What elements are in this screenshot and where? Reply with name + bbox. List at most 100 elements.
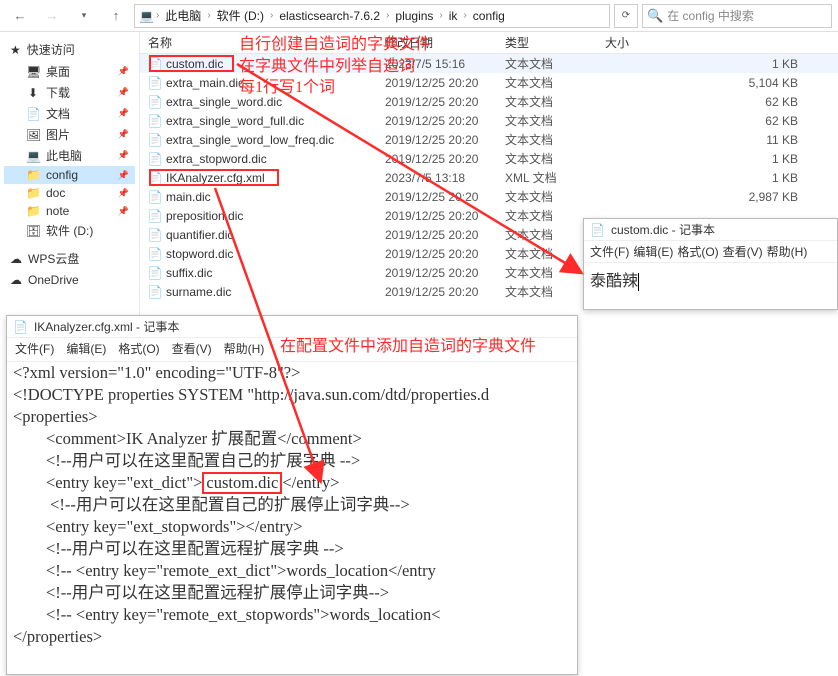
pc-icon: 💻 <box>139 9 154 23</box>
search-box[interactable]: 🔍 在 config 中搜索 <box>642 4 832 28</box>
file-row[interactable]: 📄extra_main.dic2019/12/25 20:20文本文档5,104… <box>140 73 838 92</box>
code-line: <comment>IK Analyzer 扩展配置</comment> <box>13 428 571 450</box>
menu-format[interactable]: 格式(O) <box>677 243 718 260</box>
address-bar[interactable]: 💻 › 此电脑 › 软件 (D:) › elasticsearch-7.6.2 … <box>134 4 610 28</box>
window-title: IKAnalyzer.cfg.xml - 记事本 <box>34 318 179 335</box>
navpane-item[interactable]: 🗄软件 (D:) <box>4 220 135 241</box>
column-headers[interactable]: 名称 修改日期 类型 大小 <box>140 32 838 54</box>
search-placeholder: 在 config 中搜索 <box>667 7 754 24</box>
search-icon: 🔍 <box>647 8 663 24</box>
nav-item-label: 桌面 <box>46 63 70 80</box>
code-line: <!--用户可以在这里配置自己的扩展停止词字典--> <box>13 494 571 516</box>
file-modified: 2019/12/25 20:20 <box>385 95 505 109</box>
file-modified: 2019/12/25 20:20 <box>385 228 505 242</box>
file-type: 文本文档 <box>505 150 605 167</box>
menu-format[interactable]: 格式(O) <box>118 340 159 357</box>
navpane-item[interactable]: 📄文档📌 <box>4 103 135 124</box>
up-button[interactable]: ↑ <box>102 4 130 28</box>
history-dropdown[interactable]: ▾ <box>70 4 98 28</box>
file-name: stopword.dic <box>166 247 233 261</box>
menu-view[interactable]: 查看(V) <box>723 243 763 260</box>
chevron-right-icon: › <box>270 10 273 21</box>
file-name: extra_single_word_low_freq.dic <box>166 133 334 147</box>
nav-item-label: 图片 <box>46 126 70 143</box>
highlight-box-customdic <box>149 55 234 72</box>
refresh-button[interactable]: ⟳ <box>614 4 638 28</box>
menu-help[interactable]: 帮助(H) <box>767 243 808 260</box>
chevron-right-icon: › <box>207 10 210 21</box>
back-button[interactable]: ← <box>6 4 34 28</box>
breadcrumb-segment[interactable]: config <box>469 9 509 23</box>
menu-edit[interactable]: 编辑(E) <box>66 340 106 357</box>
file-modified: 2023/7/5 13:18 <box>385 171 505 185</box>
file-row[interactable]: 📄extra_stopword.dic2019/12/25 20:20文本文档1… <box>140 149 838 168</box>
file-type: 文本文档 <box>505 112 605 129</box>
file-size: 62 KB <box>605 114 838 128</box>
breadcrumb-segment[interactable]: 软件 (D:) <box>213 7 268 24</box>
navpane-item[interactable]: 💻此电脑📌 <box>4 145 135 166</box>
star-icon: ★ <box>10 43 21 57</box>
file-size: 1 KB <box>605 57 838 71</box>
cloud-icon: ☁ <box>10 273 22 287</box>
menu-edit[interactable]: 编辑(E) <box>633 243 673 260</box>
navpane-item[interactable]: ⬇下载📌 <box>4 82 135 103</box>
text-content: 泰酷辣 <box>590 273 638 290</box>
menu-file[interactable]: 文件(F) <box>590 243 629 260</box>
file-name: surname.dic <box>166 285 231 299</box>
text-caret <box>638 273 639 291</box>
file-size: 62 KB <box>605 95 838 109</box>
file-icon: 📄 <box>148 285 162 299</box>
code-line: <!-- <entry key="remote_ext_stopwords">w… <box>13 604 571 626</box>
navpane-item[interactable]: 🖼图片📌 <box>4 124 135 145</box>
file-row[interactable]: 📄extra_single_word_full.dic2019/12/25 20… <box>140 111 838 130</box>
forward-button[interactable]: → <box>38 4 66 28</box>
col-name[interactable]: 名称 <box>140 34 385 51</box>
breadcrumb-segment[interactable]: plugins <box>391 9 437 23</box>
file-type: 文本文档 <box>505 131 605 148</box>
menu-file[interactable]: 文件(F) <box>15 340 54 357</box>
pin-icon: 📌 <box>118 206 129 217</box>
file-row[interactable]: 📄extra_single_word.dic2019/12/25 20:20文本… <box>140 92 838 111</box>
quick-access-group[interactable]: ★快速访问 <box>4 38 135 61</box>
chevron-right-icon: › <box>386 10 389 21</box>
nav-item-label: doc <box>46 186 65 200</box>
code-line: <properties> <box>13 406 571 428</box>
file-modified: 2019/12/25 20:20 <box>385 285 505 299</box>
menu-help[interactable]: 帮助(H) <box>224 340 265 357</box>
nav-item-label: note <box>46 204 69 218</box>
notepad-text-area[interactable]: 泰酷辣 <box>584 263 837 295</box>
navpane-item[interactable]: 📁config📌 <box>4 166 135 184</box>
notepad-title-bar[interactable]: 📄 IKAnalyzer.cfg.xml - 记事本 <box>7 316 577 338</box>
pin-icon: 📌 <box>118 108 129 119</box>
breadcrumb-segment[interactable]: elasticsearch-7.6.2 <box>275 9 384 23</box>
file-row[interactable]: 📄extra_single_word_low_freq.dic2019/12/2… <box>140 130 838 149</box>
file-modified: 2019/12/25 20:20 <box>385 209 505 223</box>
file-name: preposition.dic <box>166 209 243 223</box>
breadcrumb-segment[interactable]: ik <box>445 9 462 23</box>
pin-icon: 📌 <box>118 188 129 199</box>
file-row[interactable]: 📄main.dic2019/12/25 20:20文本文档2,987 KB <box>140 187 838 206</box>
breadcrumb-segment[interactable]: 此电脑 <box>161 7 205 24</box>
document-icon: 📄 <box>26 107 40 121</box>
pin-icon: 📌 <box>118 129 129 140</box>
notepad-title-bar[interactable]: 📄 custom.dic - 记事本 <box>584 219 837 241</box>
pc-icon: 💻 <box>26 149 40 163</box>
notepad-icon: 📄 <box>13 320 28 334</box>
col-modified[interactable]: 修改日期 <box>385 34 505 51</box>
file-size: 11 KB <box>605 133 838 147</box>
navpane-item[interactable]: 📁doc📌 <box>4 184 135 202</box>
file-icon: 📄 <box>148 114 162 128</box>
file-row[interactable]: 📄custom.dic2023/7/5 15:16文本文档1 KB <box>140 54 838 73</box>
navpane-onedrive[interactable]: ☁OneDrive <box>4 270 135 290</box>
nav-pane[interactable]: ★快速访问 🖥桌面📌 ⬇下载📌 📄文档📌 🖼图片📌 💻此电脑📌 📁config📌… <box>0 32 140 320</box>
notepad-text-area[interactable]: <?xml version="1.0" encoding="UTF-8"?><!… <box>7 362 577 674</box>
menu-view[interactable]: 查看(V) <box>172 340 212 357</box>
code-text: <entry key="ext_dict"> <box>13 473 202 492</box>
navpane-item[interactable]: 🖥桌面📌 <box>4 61 135 82</box>
nav-item-label: 软件 (D:) <box>46 222 93 239</box>
explorer-toolbar: ← → ▾ ↑ 💻 › 此电脑 › 软件 (D:) › elasticsearc… <box>0 0 838 32</box>
navpane-wps[interactable]: ☁WPS云盘 <box>4 247 135 270</box>
col-size[interactable]: 大小 <box>605 34 838 51</box>
navpane-item[interactable]: 📁note📌 <box>4 202 135 220</box>
col-type[interactable]: 类型 <box>505 34 605 51</box>
